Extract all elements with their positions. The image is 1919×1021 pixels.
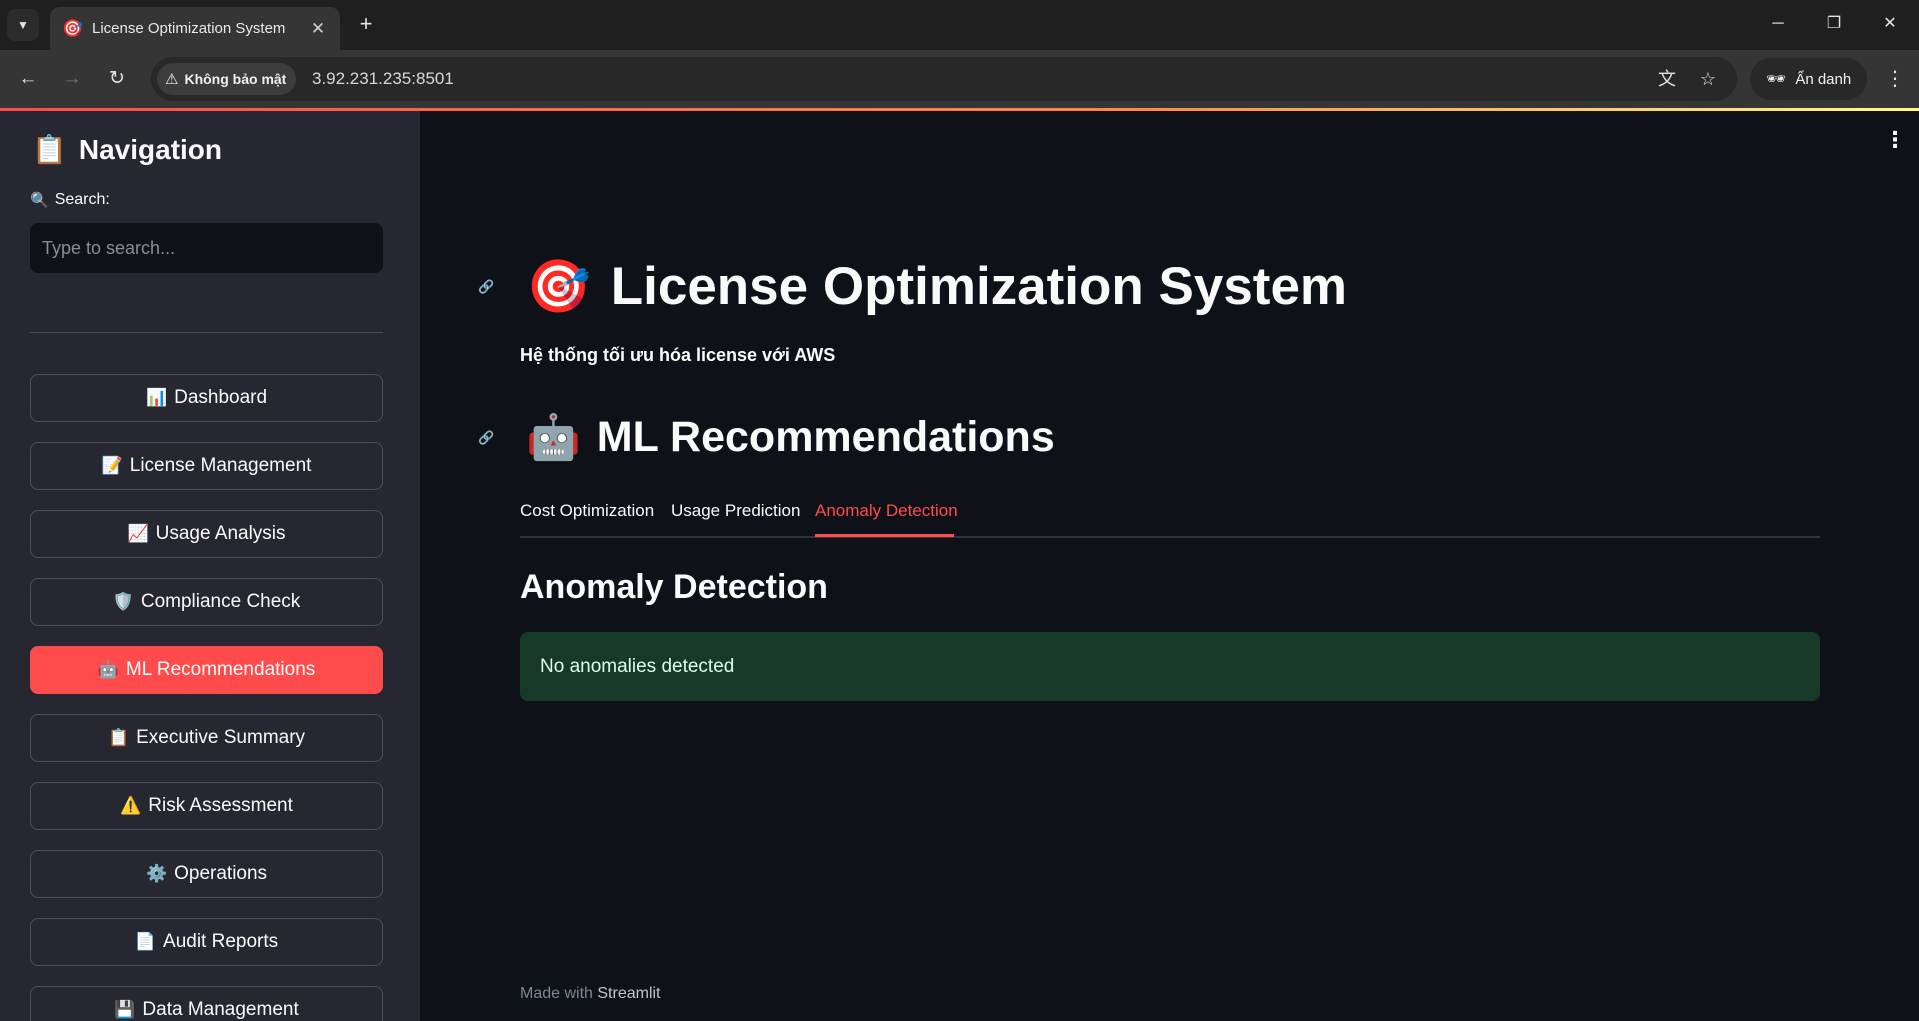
robot-icon: 🤖 [526, 413, 581, 462]
sidebar-item-usage-analysis[interactable]: 📈 Usage Analysis [30, 510, 383, 558]
sidebar-item-label: Dashboard [174, 387, 268, 408]
floppy-disk-icon: 💾 [114, 1000, 136, 1019]
sidebar-item-label: Usage Analysis [155, 523, 286, 544]
search-label: 🔍 Search: [30, 191, 110, 209]
page-title: 🎯 License Optimization System [526, 256, 1347, 317]
search-label-text: Search: [54, 191, 110, 208]
sidebar-item-label: Risk Assessment [148, 795, 293, 816]
panel-title: Anomaly Detection [520, 568, 828, 606]
memo-icon: 📝 [101, 456, 123, 475]
sidebar-item-label: Audit Reports [163, 931, 279, 952]
security-indicator[interactable]: ⚠ Không bảo mật [157, 63, 297, 95]
security-label: Không bảo mật [184, 71, 287, 87]
footer: Made with Streamlit [520, 985, 661, 1003]
incognito-indicator[interactable]: 🕶 Ẩn danh [1750, 58, 1868, 100]
footer-prefix: Made with [520, 985, 593, 1002]
sidebar-item-audit-reports[interactable]: 📄 Audit Reports [30, 918, 383, 966]
target-icon: 🎯 [526, 258, 591, 316]
sidebar-item-label: Operations [174, 863, 268, 884]
trend-chart-icon: 📈 [127, 524, 149, 543]
success-alert: No anomalies detected [520, 632, 1820, 701]
target-favicon-icon: 🎯 [62, 18, 84, 38]
minimize-window-icon[interactable]: ─ [1760, 10, 1796, 38]
browser-menu-kebab-icon[interactable]: ⋮ [1880, 64, 1910, 94]
sidebar: 📋 Navigation 🔍 Search: 📊 Dashboard 📝 Lic… [0, 111, 420, 1021]
streamlit-link[interactable]: Streamlit [597, 985, 660, 1002]
clipboard-icon: 📋 [32, 134, 67, 165]
browser-toolbar: ← → ↻ ⚠ Không bảo mật 3.92.231.235:8501 … [0, 50, 1919, 108]
reload-icon[interactable]: ↻ [102, 64, 132, 94]
sidebar-item-label: ML Recommendations [125, 659, 316, 680]
document-icon: 📄 [134, 932, 157, 951]
robot-icon: 🤖 [97, 660, 119, 679]
section-title-text: ML Recommendations [596, 412, 1055, 461]
sidebar-item-ml-recommendations[interactable]: 🤖 ML Recommendations [30, 646, 383, 694]
incognito-icon: 🕶 [1766, 71, 1787, 88]
close-window-icon[interactable]: ✕ [1872, 10, 1908, 38]
sidebar-item-risk-assessment[interactable]: ⚠️ Risk Assessment [30, 782, 383, 830]
sidebar-item-license-management[interactable]: 📝 License Management [30, 442, 383, 490]
forward-arrow-icon[interactable]: → [57, 64, 87, 94]
sidebar-item-executive-summary[interactable]: 📋 Executive Summary [30, 714, 383, 762]
sidebar-item-label: Data Management [142, 999, 299, 1020]
search-input[interactable] [30, 223, 383, 273]
tab-list: Cost Optimization Usage Prediction Anoma… [520, 496, 1820, 538]
bookmark-star-icon[interactable]: ☆ [1694, 65, 1722, 93]
sidebar-item-label: License Management [129, 455, 312, 476]
close-tab-icon[interactable]: ✕ [308, 19, 328, 39]
browser-tab[interactable]: 🎯 License Optimization System ✕ [50, 7, 340, 50]
tab-cost-optimization[interactable]: Cost Optimization [520, 496, 654, 538]
page-title-text: License Optimization System [610, 257, 1348, 316]
magnifier-icon: 🔍 [30, 192, 49, 209]
address-bar[interactable]: ⚠ Không bảo mật 3.92.231.235:8501 文 ☆ [151, 57, 1737, 101]
restore-window-icon[interactable]: ❐ [1816, 10, 1852, 38]
section-title: 🤖 ML Recommendations [526, 411, 1055, 463]
alert-text: No anomalies detected [540, 655, 735, 677]
url-text[interactable]: 3.92.231.235:8501 [312, 57, 454, 101]
browser-tab-title: License Optimization System [92, 20, 286, 37]
sidebar-divider [30, 332, 383, 333]
sidebar-item-label: Executive Summary [136, 727, 306, 748]
new-tab-plus-icon[interactable]: + [352, 10, 380, 38]
back-arrow-icon[interactable]: ← [13, 64, 43, 94]
shield-icon: 🛡️ [112, 592, 134, 611]
translate-icon[interactable]: 文 [1653, 65, 1681, 93]
page-subtitle: Hệ thống tối ưu hóa license với AWS [520, 345, 836, 365]
sidebar-title-text: Navigation [78, 133, 223, 165]
incognito-label: Ẩn danh [1795, 70, 1852, 88]
sidebar-item-operations[interactable]: ⚙️ Operations [30, 850, 383, 898]
title-anchor-link-icon[interactable]: 🔗 [478, 279, 494, 295]
tab-anomaly-detection[interactable]: Anomaly Detection [815, 496, 958, 538]
main-menu-kebab-icon[interactable]: ⋮ [1884, 127, 1906, 153]
warning-icon: ⚠️ [120, 796, 142, 815]
browser-tab-bar: ▼ 🎯 License Optimization System ✕ + ─ ❐ … [0, 0, 1919, 50]
bar-chart-icon: 📊 [145, 388, 168, 407]
sidebar-item-compliance-check[interactable]: 🛡️ Compliance Check [30, 578, 383, 626]
section-anchor-link-icon[interactable]: 🔗 [478, 430, 494, 446]
sidebar-item-dashboard[interactable]: 📊 Dashboard [30, 374, 383, 422]
active-tab-indicator [815, 534, 954, 537]
sidebar-item-data-management[interactable]: 💾 Data Management [30, 986, 383, 1021]
warning-triangle-icon: ⚠ [165, 71, 179, 88]
tab-usage-prediction[interactable]: Usage Prediction [671, 496, 800, 538]
clipboard-icon: 📋 [107, 728, 130, 747]
tab-search-chevron-icon[interactable]: ▼ [7, 9, 39, 41]
gear-icon: ⚙️ [145, 864, 168, 883]
sidebar-item-label: Compliance Check [140, 591, 301, 612]
sidebar-title: 📋 Navigation [32, 133, 222, 166]
